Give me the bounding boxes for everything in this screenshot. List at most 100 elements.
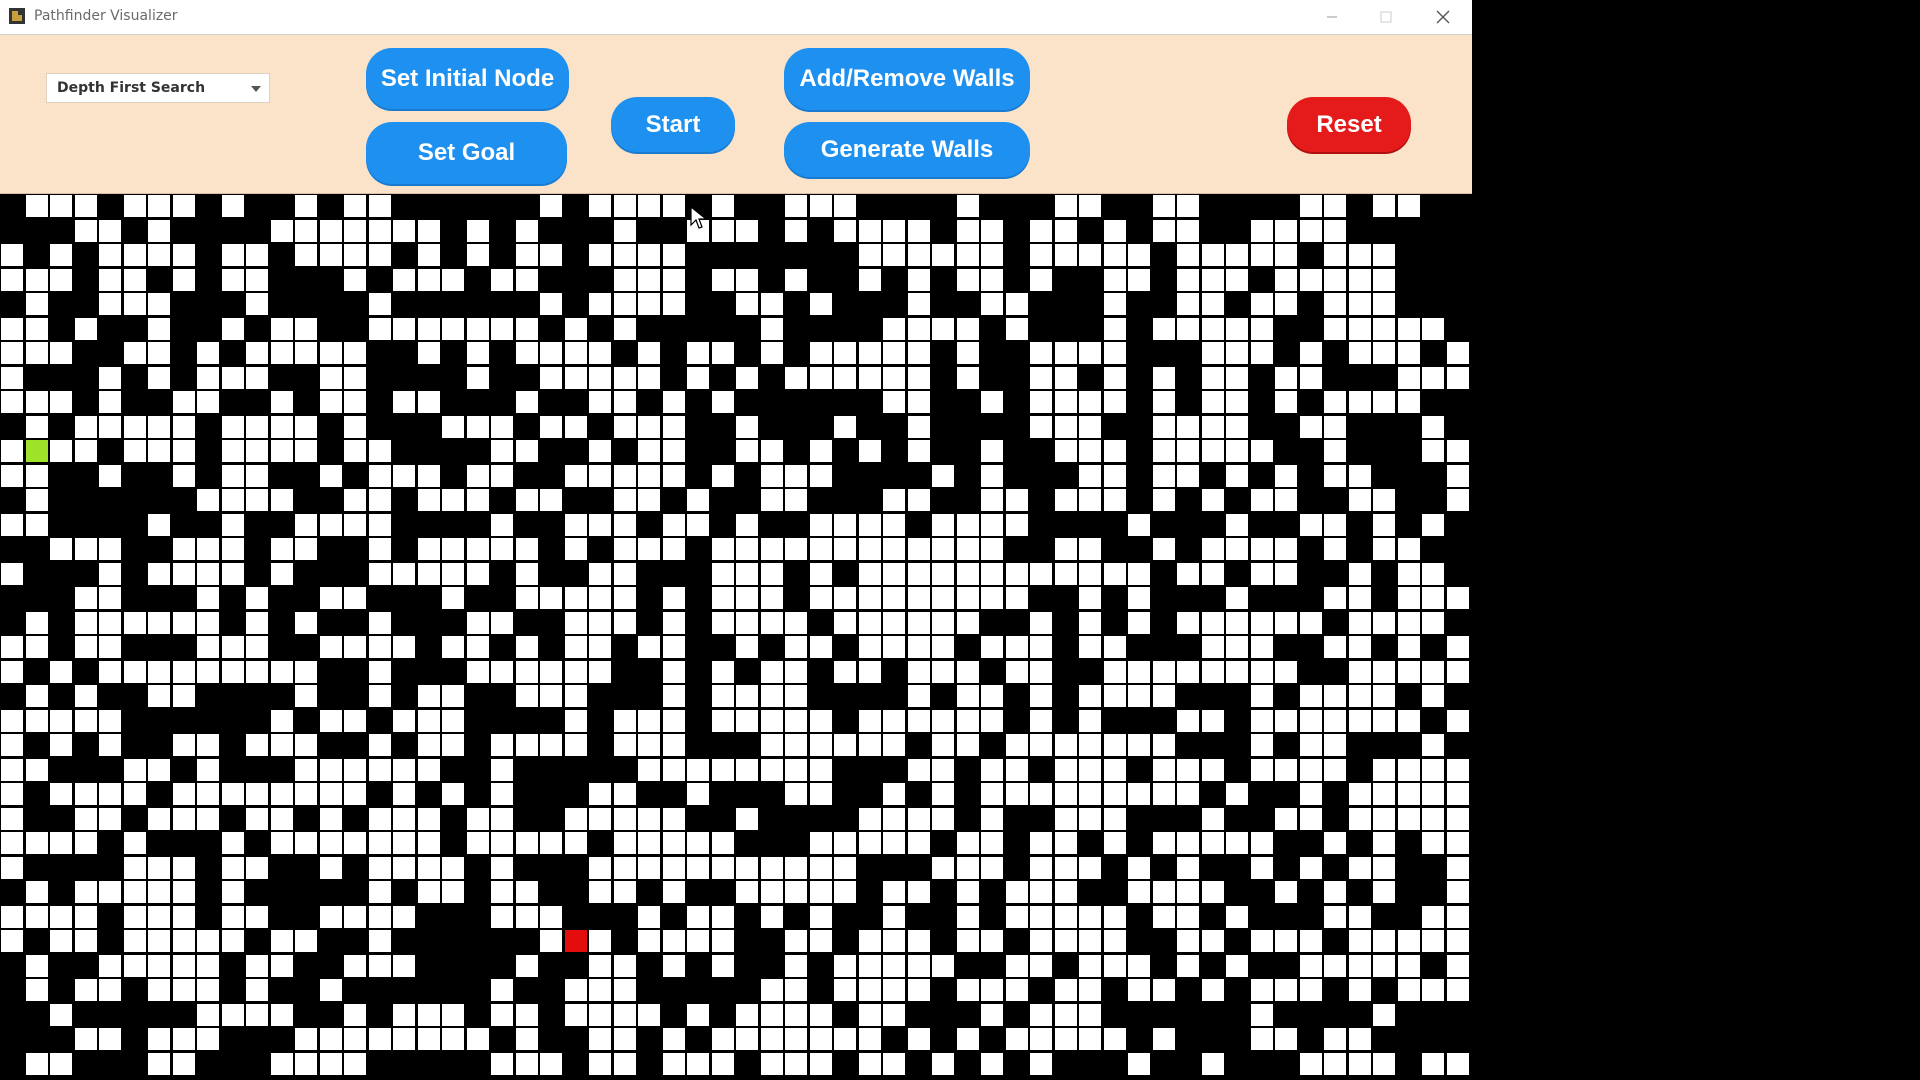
grid-cell[interactable] <box>491 734 513 756</box>
grid-cell[interactable] <box>516 269 538 291</box>
grid-cell[interactable] <box>124 759 146 781</box>
grid-cell[interactable] <box>1104 685 1126 707</box>
grid-cell[interactable] <box>344 1053 366 1075</box>
grid-cell[interactable] <box>295 783 317 805</box>
grid-cell[interactable] <box>1079 1028 1101 1050</box>
grid-cell[interactable] <box>1226 538 1248 560</box>
grid-cell[interactable] <box>295 440 317 462</box>
grid-cell[interactable] <box>1030 391 1052 413</box>
grid-cell[interactable] <box>1153 391 1175 413</box>
grid-cell[interactable] <box>295 342 317 364</box>
grid-cell[interactable] <box>1104 440 1126 462</box>
grid-cell[interactable] <box>957 1028 979 1050</box>
grid-cell[interactable] <box>442 734 464 756</box>
grid-cell[interactable] <box>736 1028 758 1050</box>
grid-cell[interactable] <box>614 244 636 266</box>
grid-cell[interactable] <box>883 563 905 585</box>
grid-cell[interactable] <box>663 930 685 952</box>
grid-cell[interactable] <box>540 342 562 364</box>
grid-cell[interactable] <box>369 881 391 903</box>
grid-cell[interactable] <box>320 391 342 413</box>
grid-cell[interactable] <box>393 710 415 732</box>
grid-cell[interactable] <box>1079 710 1101 732</box>
grid-cell[interactable] <box>246 783 268 805</box>
grid-cell[interactable] <box>932 514 954 536</box>
grid-cell[interactable] <box>1324 195 1346 217</box>
grid-cell[interactable] <box>442 318 464 340</box>
grid-cell[interactable] <box>491 1053 513 1075</box>
grid-cell[interactable] <box>1153 685 1175 707</box>
grid-cell[interactable] <box>1202 930 1224 952</box>
grid-cell[interactable] <box>393 220 415 242</box>
grid-cell[interactable] <box>1128 514 1150 536</box>
grid-cell[interactable] <box>614 465 636 487</box>
grid-cell[interactable] <box>1398 367 1420 389</box>
grid-cell[interactable] <box>785 465 807 487</box>
grid-cell[interactable] <box>295 1028 317 1050</box>
grid-cell[interactable] <box>712 342 734 364</box>
grid-cell[interactable] <box>418 465 440 487</box>
grid-cell[interactable] <box>565 342 587 364</box>
grid-cell[interactable] <box>1324 538 1346 560</box>
grid-cell[interactable] <box>1275 710 1297 732</box>
grid-cell[interactable] <box>1202 1053 1224 1075</box>
grid-cell[interactable] <box>1079 440 1101 462</box>
grid-cell[interactable] <box>1055 391 1077 413</box>
grid-cell[interactable] <box>883 612 905 634</box>
grid-cell[interactable] <box>26 269 48 291</box>
grid-cell[interactable] <box>320 244 342 266</box>
grid-cell[interactable] <box>26 342 48 364</box>
grid-cell[interactable] <box>246 979 268 1001</box>
grid-cell[interactable] <box>1104 1028 1126 1050</box>
grid-cell[interactable] <box>320 514 342 536</box>
grid-cell[interactable] <box>1324 955 1346 977</box>
grid-cell[interactable] <box>173 808 195 830</box>
grid-cell[interactable] <box>1128 563 1150 585</box>
grid-cell[interactable] <box>1055 930 1077 952</box>
grid-cell[interactable] <box>491 318 513 340</box>
grid-cell[interactable] <box>1202 367 1224 389</box>
grid-cell[interactable] <box>981 759 1003 781</box>
grid-cell[interactable] <box>712 1028 734 1050</box>
grid-cell[interactable] <box>589 293 611 315</box>
grid-cell[interactable] <box>418 710 440 732</box>
grid-cell[interactable] <box>1202 710 1224 732</box>
grid-cell[interactable] <box>1324 759 1346 781</box>
grid-cell[interactable] <box>1153 440 1175 462</box>
grid-cell[interactable] <box>1422 734 1444 756</box>
grid-cell[interactable] <box>344 416 366 438</box>
grid-cell[interactable] <box>883 832 905 854</box>
grid-cell[interactable] <box>320 367 342 389</box>
grid-cell[interactable] <box>1447 367 1469 389</box>
grid-cell[interactable] <box>785 710 807 732</box>
grid-cell[interactable] <box>344 391 366 413</box>
grid-cell[interactable] <box>908 710 930 732</box>
grid-cell[interactable] <box>883 220 905 242</box>
grid-cell[interactable] <box>810 514 832 536</box>
grid-cell[interactable] <box>393 636 415 658</box>
grid-cell[interactable] <box>859 808 881 830</box>
grid-cell[interactable] <box>785 759 807 781</box>
grid-cell[interactable] <box>369 857 391 879</box>
grid-cell[interactable] <box>1104 783 1126 805</box>
grid-cell[interactable] <box>1 636 23 658</box>
grid-cell[interactable] <box>663 244 685 266</box>
grid-cell[interactable] <box>638 538 660 560</box>
grid-cell[interactable] <box>638 195 660 217</box>
grid-cell[interactable] <box>369 734 391 756</box>
grid-cell[interactable] <box>418 857 440 879</box>
grid-cell[interactable] <box>883 783 905 805</box>
grid-cell[interactable] <box>1055 367 1077 389</box>
grid-cell[interactable] <box>491 465 513 487</box>
grid-cell[interactable] <box>1030 906 1052 928</box>
grid-cell[interactable] <box>75 808 97 830</box>
grid-cell[interactable] <box>197 612 219 634</box>
close-button[interactable] <box>1416 0 1470 34</box>
grid-cell[interactable] <box>1349 930 1371 952</box>
grid-cell[interactable] <box>1275 881 1297 903</box>
grid-cell[interactable] <box>148 1053 170 1075</box>
grid-cell[interactable] <box>908 881 930 903</box>
grid-cell[interactable] <box>442 783 464 805</box>
grid-cell[interactable] <box>26 391 48 413</box>
grid-cell[interactable] <box>712 391 734 413</box>
